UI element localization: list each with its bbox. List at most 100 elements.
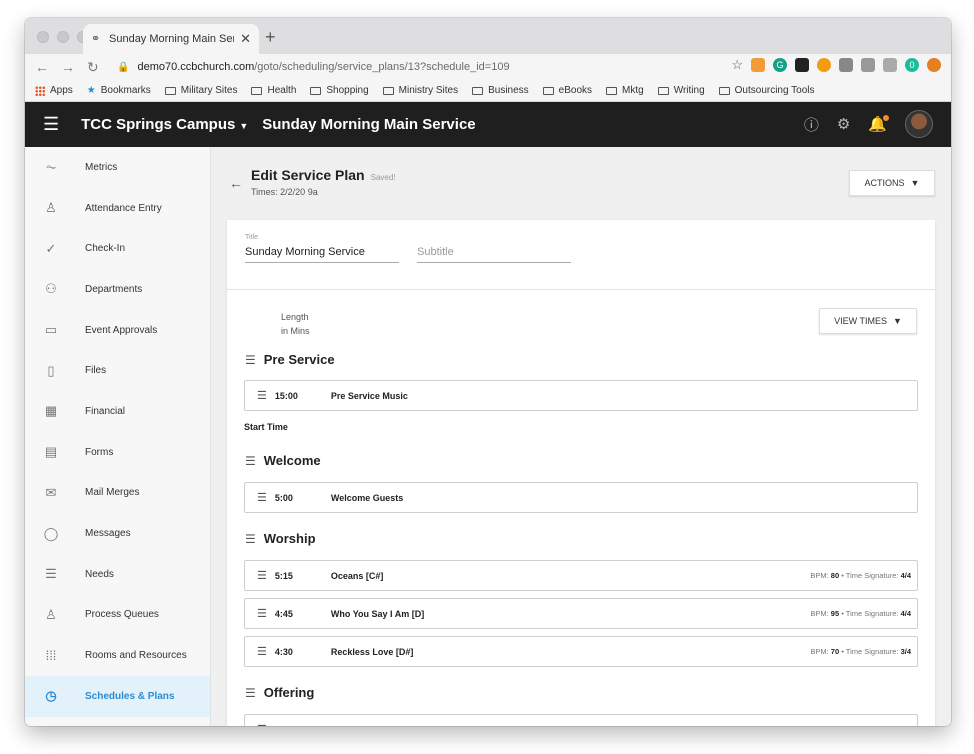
forward-icon[interactable]: → — [61, 59, 75, 75]
back-icon[interactable]: ← — [35, 59, 49, 75]
sidebar-item-schedules-plans[interactable]: ◷ Schedules & Plans — [25, 675, 210, 717]
sidebar-item-label: Financial — [85, 405, 126, 417]
bpm-value: 95 — [830, 609, 840, 618]
plan-item-row[interactable]: ☰ 4:45 Who You Say I Am [D] BPM: 95 • Ti… — [244, 598, 918, 629]
folder-icon — [164, 86, 176, 95]
sidebar-item-files[interactable]: ▯ Files — [25, 350, 210, 391]
back-arrow-icon[interactable]: ← — [229, 175, 243, 191]
item-name: Who You Say I Am [D] — [330, 608, 425, 619]
item-name: Oceans [C#] — [330, 570, 384, 581]
sidebar-item-metrics[interactable]: ⏦ Metrics — [25, 147, 210, 188]
sidebar-item-mail-merges[interactable]: ✉ Mail Merges — [25, 473, 210, 514]
view-times-button[interactable]: VIEW TIMES ▼ — [819, 308, 917, 334]
extension-icon[interactable] — [817, 58, 831, 72]
browser-tab[interactable]: ⚭ Sunday Morning Main Service ✕ — [83, 24, 259, 54]
drag-handle-icon[interactable]: ☰ — [257, 491, 267, 504]
help-icon[interactable]: ⓘ — [804, 114, 819, 135]
sidebar-item-process-queues[interactable]: ♙ Process Queues — [25, 595, 210, 636]
actions-button[interactable]: ACTIONS ▼ — [849, 170, 935, 196]
bookmark-folder[interactable]: Shopping — [310, 85, 369, 96]
sidebar-item-forms[interactable]: ▤ Forms — [25, 432, 210, 473]
bookmark-folder[interactable]: Health — [251, 85, 296, 96]
service-times: Times: 2/2/20 9a — [251, 187, 318, 197]
address-bar-row: ← → ↻ 🔒 demo70.ccbchurch.com/goto/schedu… — [25, 54, 951, 80]
plan-item-row[interactable]: ☰ 5:00 Welcome Guests — [244, 482, 918, 513]
drag-handle-icon[interactable]: ☰ — [245, 353, 256, 367]
plan-item-row[interactable]: ☰ — [244, 714, 918, 726]
grammarly-icon[interactable]: G — [773, 58, 787, 72]
campus-selector[interactable]: TCC Springs Campus ▼ — [81, 116, 248, 133]
bookmark-label: Apps — [50, 85, 73, 96]
page-title-text: Edit Service Plan — [251, 167, 365, 183]
extension-icon[interactable] — [927, 58, 941, 72]
drag-handle-icon[interactable]: ☰ — [257, 569, 267, 582]
section-title: Welcome — [263, 453, 321, 468]
sidebar-item-check-in[interactable]: ✓ Check-In — [25, 228, 210, 269]
sidebar-item-departments[interactable]: ⚇ Departments — [25, 269, 210, 310]
sidebar-item-rooms-and-resources[interactable]: ⁞⁞⁞ Rooms and Resources — [25, 635, 210, 676]
close-dot[interactable] — [37, 31, 49, 43]
plan-item-row[interactable]: ☰ 5:15 Oceans [C#] BPM: 80 • Time Signat… — [244, 560, 918, 591]
profile-icon[interactable]: 0 — [905, 58, 919, 72]
section-header[interactable]: ☰ Offering — [245, 685, 314, 700]
bookmark-folder[interactable]: Writing — [657, 85, 705, 96]
close-tab-icon[interactable]: ✕ — [240, 31, 251, 47]
title-input[interactable]: Sunday Morning Service — [245, 246, 399, 263]
bookmark-folder[interactable]: eBooks — [542, 85, 592, 96]
bookmark-folder[interactable]: Mktg — [606, 85, 644, 96]
star-icon: ★ — [86, 85, 96, 96]
drag-handle-icon[interactable]: ☰ — [245, 686, 256, 700]
sidebar-item-attendance-entry[interactable]: ♙ Attendance Entry — [25, 188, 210, 229]
sidebar-item-label: Messages — [85, 528, 131, 540]
drag-handle-icon[interactable]: ☰ — [257, 723, 267, 726]
caret-down-icon: ▼ — [239, 121, 249, 131]
bookmark-folder[interactable]: Ministry Sites — [382, 85, 458, 96]
view-times-label: VIEW TIMES — [834, 316, 887, 326]
plan-item-row[interactable]: ☰ 15:00 Pre Service Music — [244, 380, 918, 411]
section-header[interactable]: ☰ Welcome — [245, 453, 321, 468]
minimize-dot[interactable] — [57, 31, 69, 43]
camera-icon[interactable] — [861, 58, 875, 72]
calendar-icon: ▭ — [44, 322, 58, 338]
extension-icon[interactable] — [751, 58, 765, 72]
check-circle-icon: ✓ — [45, 240, 57, 256]
window-controls[interactable] — [37, 31, 89, 43]
bookmark-folder[interactable]: Business — [472, 85, 529, 96]
bookmark-folder[interactable]: Outsourcing Tools — [718, 85, 815, 96]
subtitle-input[interactable]: Subtitle — [417, 246, 571, 263]
bookmark-bookmarks[interactable]: ★ Bookmarks — [87, 85, 151, 96]
new-tab-icon[interactable]: + — [265, 27, 276, 48]
browser-window: ⚭ Sunday Morning Main Service ✕ + ← → ↻ … — [25, 18, 951, 726]
star-icon[interactable]: ☆ — [731, 58, 743, 72]
caret-down-icon: ▼ — [910, 178, 920, 188]
sidebar-item-label: Attendance Entry — [85, 202, 162, 214]
sidebar-item-needs[interactable]: ☰ Needs — [25, 554, 210, 595]
sidebar-item-messages[interactable]: ◯ Messages — [25, 513, 210, 554]
avatar[interactable] — [905, 110, 933, 138]
bookmark-folder[interactable]: Military Sites — [164, 85, 237, 96]
bell-icon[interactable]: 🔔 — [868, 115, 889, 133]
extension-icon[interactable] — [883, 58, 897, 72]
menu-icon[interactable]: ☰ — [43, 114, 59, 135]
bookmark-apps[interactable]: Apps — [35, 85, 73, 96]
sidebar-item-financial[interactable]: ▦ Financial — [25, 391, 210, 432]
extension-icon[interactable] — [839, 58, 853, 72]
drag-handle-icon[interactable]: ☰ — [257, 389, 267, 402]
url-field[interactable]: 🔒 demo70.ccbchurch.com/goto/scheduling/s… — [117, 61, 510, 73]
reload-icon[interactable]: ↻ — [87, 59, 99, 76]
bookmark-label: Mktg — [622, 85, 644, 96]
plan-item-row[interactable]: ☰ 4:30 Reckless Love [D#] BPM: 70 • Time… — [244, 636, 918, 667]
item-length: 4:45 — [274, 608, 293, 619]
drag-handle-icon[interactable]: ☰ — [245, 532, 256, 546]
page-title: Edit Service Plan Saved! — [251, 167, 396, 183]
gear-icon[interactable]: ⚙ — [837, 115, 850, 133]
drag-handle-icon[interactable]: ☰ — [245, 454, 256, 468]
section-header[interactable]: ☰ Worship — [245, 531, 316, 546]
layers-icon[interactable] — [795, 58, 809, 72]
drag-handle-icon[interactable]: ☰ — [257, 607, 267, 620]
section-header[interactable]: ☰ Pre Service — [245, 352, 335, 367]
folder-icon — [382, 86, 394, 95]
sidebar-item-event-approvals[interactable]: ▭ Event Approvals — [25, 310, 210, 351]
folder-icon — [718, 86, 730, 95]
drag-handle-icon[interactable]: ☰ — [257, 645, 267, 658]
